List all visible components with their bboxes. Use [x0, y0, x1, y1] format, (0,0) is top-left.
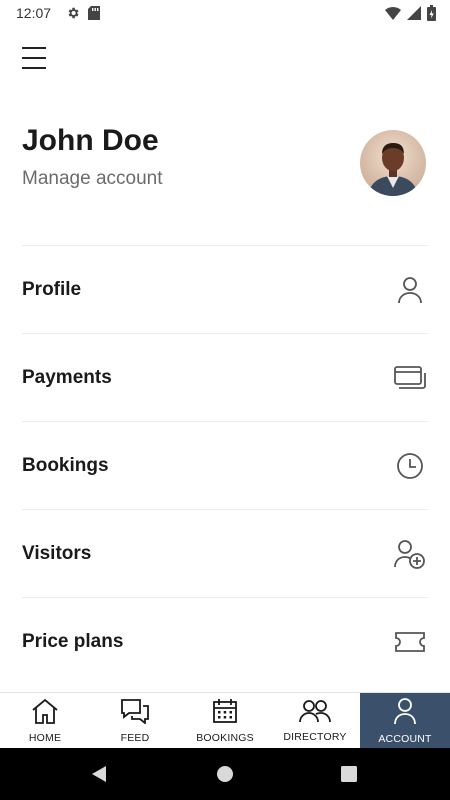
wifi-icon: [385, 6, 401, 25]
tab-label: ACCOUNT: [378, 733, 432, 745]
menu-item-payments[interactable]: Payments: [22, 333, 428, 421]
person-icon: [393, 697, 417, 730]
people-icon: [298, 699, 332, 728]
menu-item-label: Visitors: [22, 542, 92, 564]
tab-label: HOME: [28, 732, 62, 744]
menu-item-label: Payments: [22, 366, 112, 388]
battery-icon: [427, 5, 436, 26]
menu-item-price-plans[interactable]: Price plans: [22, 597, 428, 685]
cards-icon: [394, 362, 426, 394]
tab-directory[interactable]: DIRECTORY: [270, 693, 360, 749]
tab-feed[interactable]: FEED: [90, 693, 180, 749]
tab-bookings[interactable]: BOOKINGS: [180, 693, 270, 749]
person-add-icon: [394, 538, 426, 570]
chat-icon: [120, 698, 150, 729]
sd-card-icon: [88, 6, 100, 25]
status-bar: 12:07: [0, 0, 450, 26]
bottom-nav: HOME FEED BOOKINGS DIRECTORY ACCOUNT: [0, 692, 450, 749]
menu-item-profile[interactable]: Profile: [22, 245, 428, 333]
ticket-icon: [394, 626, 426, 658]
tab-label: BOOKINGS: [196, 732, 254, 744]
menu-item-label: Bookings: [22, 454, 109, 476]
menu-item-label: Price plans: [22, 630, 124, 652]
back-icon[interactable]: [90, 765, 108, 788]
person-icon: [394, 274, 426, 306]
tab-label: FEED: [120, 732, 150, 744]
calendar-icon: [212, 698, 238, 729]
recents-icon[interactable]: [341, 766, 357, 787]
menu-item-visitors[interactable]: Visitors: [22, 509, 428, 597]
tab-account[interactable]: ACCOUNT: [360, 693, 450, 749]
clock-icon: [394, 450, 426, 482]
manage-account-link[interactable]: Manage account: [22, 168, 163, 190]
home-icon: [31, 698, 59, 729]
user-name: John Doe: [22, 124, 159, 157]
gear-icon: [66, 6, 80, 25]
account-menu-list: Profile Payments Bookings Visitors Price…: [22, 245, 428, 685]
avatar[interactable]: [360, 130, 426, 196]
status-time: 12:07: [16, 5, 52, 21]
signal-icon: [407, 6, 421, 25]
tab-label: DIRECTORY: [283, 731, 347, 743]
menu-item-bookings[interactable]: Bookings: [22, 421, 428, 509]
system-nav-bar: [0, 748, 450, 800]
home-circle-icon[interactable]: [216, 765, 234, 788]
tab-home[interactable]: HOME: [0, 693, 90, 749]
hamburger-menu-icon[interactable]: [20, 44, 54, 72]
menu-item-label: Profile: [22, 278, 82, 300]
